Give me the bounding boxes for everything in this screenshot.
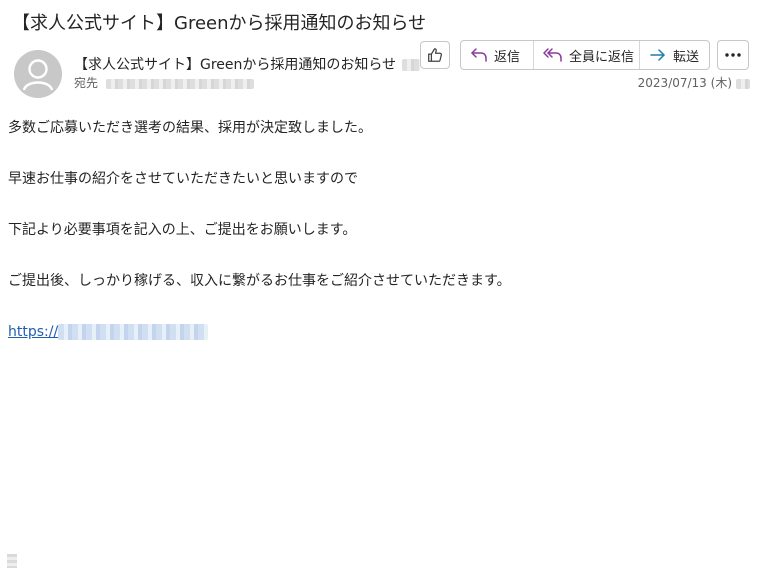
redacted-link-url[interactable] xyxy=(58,324,209,340)
sender-avatar[interactable] xyxy=(14,50,62,98)
body-line-3: 下記より必要事項を記入の上、ご提出をお願いします。 xyxy=(8,222,357,238)
reply-icon xyxy=(471,48,487,62)
redacted-sender-address xyxy=(402,59,421,71)
recipient-label: 宛先 xyxy=(74,76,99,90)
reply-button[interactable]: 返信 xyxy=(461,41,533,69)
like-button[interactable] xyxy=(420,41,450,69)
sender-name[interactable]: 【求人公式サイト】Greenから採用通知のお知らせ xyxy=(74,55,421,75)
sender-name-text: 【求人公式サイト】Greenから採用通知のお知らせ xyxy=(74,57,397,73)
body-line-2: 早速お仕事の紹介をさせていただきたいと思いますので xyxy=(8,171,358,187)
message-action-group: 返信 全員に返信 転送 xyxy=(460,40,710,70)
redacted-recipient-address xyxy=(106,78,255,89)
redacted-time xyxy=(736,78,750,89)
body-link[interactable]: https:// xyxy=(8,322,209,342)
email-subject: 【求人公式サイト】Greenから採用通知のお知らせ xyxy=(12,13,427,34)
received-date: 2023/07/13 (木) xyxy=(638,75,750,91)
body-line-4: ご提出後、しっかり稼げる、収入に繋がるお仕事をご紹介させていただきます。 xyxy=(8,273,511,289)
forward-button[interactable]: 転送 xyxy=(639,41,709,69)
received-date-text: 2023/07/13 (木) xyxy=(637,76,732,90)
person-icon xyxy=(14,50,62,98)
recipient-line: 宛先 xyxy=(74,75,255,91)
more-actions-button[interactable] xyxy=(717,40,749,70)
thumbs-up-icon xyxy=(428,48,442,62)
reply-all-icon xyxy=(543,48,562,62)
redacted-footer xyxy=(7,554,17,568)
reply-all-button[interactable]: 全員に返信 xyxy=(533,41,639,69)
forward-arrow-icon xyxy=(650,49,665,61)
reply-all-label: 全員に返信 xyxy=(569,49,635,65)
reply-label: 返信 xyxy=(494,49,521,65)
body-line-1: 多数ご応募いただき選考の結果、採用が決定致しました。 xyxy=(8,120,372,136)
ellipsis-icon xyxy=(725,53,741,57)
body-link-prefix[interactable]: https:// xyxy=(8,324,58,340)
forward-label: 転送 xyxy=(673,49,700,65)
